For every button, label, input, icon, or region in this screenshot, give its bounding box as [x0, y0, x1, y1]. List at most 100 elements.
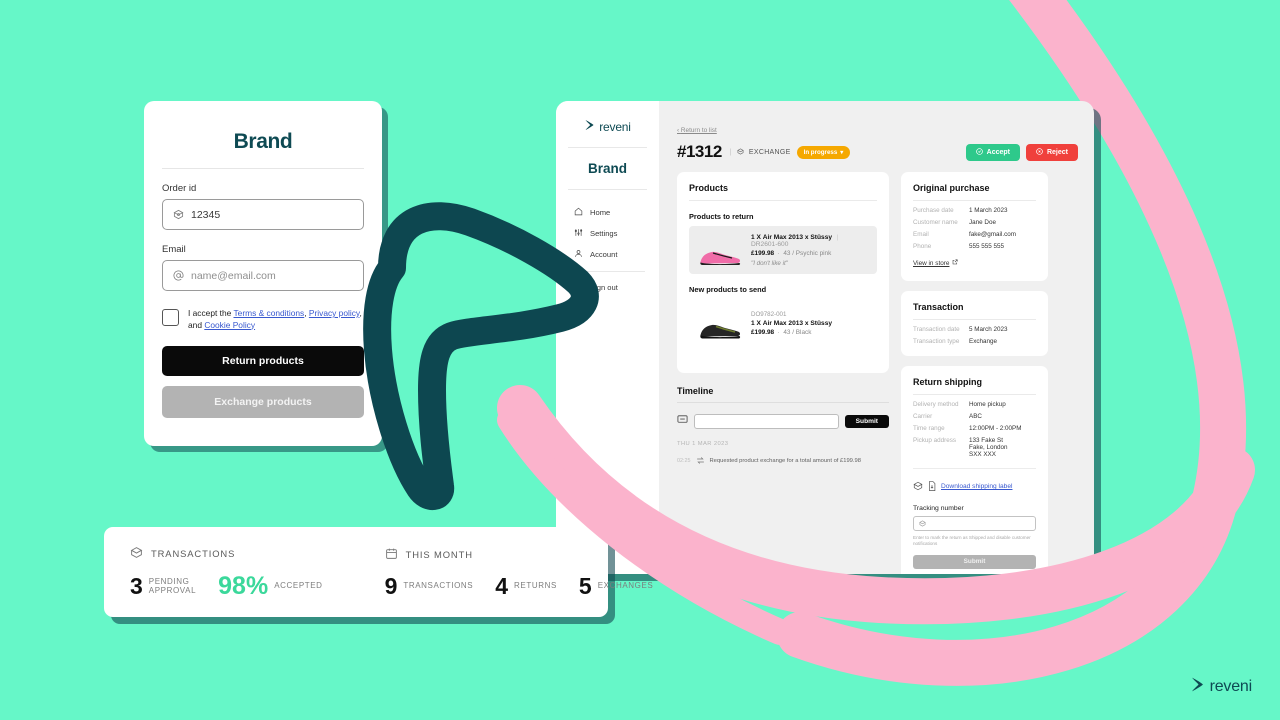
detail-value: 133 Fake St Fake, London SXX XXX	[969, 436, 1008, 458]
sidebar-item-home[interactable]: Home	[568, 202, 647, 223]
detail-value: 5 March 2023	[969, 325, 1008, 333]
terms-checkbox[interactable]	[162, 309, 179, 326]
dashboard-columns: Products Products to return 1 X Air Max …	[677, 172, 1078, 574]
original-purchase-card: Original purchase Purchase date 1 March …	[901, 172, 1048, 281]
detail-row: Transaction type Exchange	[913, 338, 1036, 345]
download-shipping-label-row[interactable]: Download shipping label	[913, 467, 1036, 496]
tracking-number-help: Enter to mark the return as Shipped and …	[913, 534, 1031, 547]
calendar-icon	[385, 547, 398, 562]
stat-pending-approval: 3 PENDING APPROVAL	[130, 574, 196, 598]
view-in-store-label: View in store	[913, 259, 950, 267]
stat-transactions: 9 TRANSACTIONS	[385, 574, 474, 598]
detail-value: Jane Doe	[969, 219, 996, 226]
box-icon	[173, 209, 184, 220]
products-card-title: Products	[689, 183, 877, 201]
stat-caption: RETURNS	[514, 581, 557, 591]
terms-row[interactable]: I accept the Terms & conditions, Privacy…	[162, 308, 364, 331]
stat-returns: 4 RETURNS	[495, 572, 557, 599]
exchange-products-button[interactable]: Exchange products	[162, 386, 364, 419]
return-to-list-link[interactable]: ‹ Return to list	[677, 127, 717, 134]
detail-row: Delivery method Home pickup	[913, 401, 1036, 408]
product-sep: |	[836, 233, 839, 241]
product-sku: DR2601-600	[751, 240, 789, 248]
original-purchase-title: Original purchase	[913, 183, 1036, 201]
product-row-send[interactable]: DO9782-001 1 X Air Max 2013 x Stüssy £19…	[689, 299, 877, 347]
stats-group-this-month: THIS MONTH 9 TRANSACTIONS 4 RETURNS 5 EX…	[385, 547, 654, 598]
new-products-to-send-title: New products to send	[689, 285, 767, 294]
tracking-number-input[interactable]	[913, 514, 1036, 532]
timeline-submit-button[interactable]: Submit	[844, 414, 889, 428]
status-badge-label: In progress	[803, 148, 838, 156]
corner-logo-text: reveni	[1209, 678, 1253, 695]
view-in-store-link[interactable]: View in store	[913, 259, 958, 267]
timeline-comment-input[interactable]	[694, 413, 839, 429]
detail-value: fake@gmail.com	[969, 231, 1016, 238]
accept-button[interactable]: Accept	[965, 143, 1020, 161]
cookie-policy-link[interactable]: Cookie Policy	[204, 320, 255, 330]
return-shipping-submit-button[interactable]: Submit	[913, 554, 1036, 569]
sidebar-brand: Brand	[568, 148, 647, 190]
product-row-return[interactable]: 1 X Air Max 2013 x Stüssy | DR2601-600 £…	[689, 226, 877, 274]
products-to-return-title: Products to return	[689, 212, 754, 221]
person-icon	[574, 249, 583, 260]
stat-number: 98%	[218, 571, 269, 600]
download-shipping-label-link[interactable]: Download shipping label	[941, 483, 1012, 490]
document-download-icon	[928, 478, 936, 496]
exchange-arrows-icon	[696, 452, 705, 470]
sidebar-item-account[interactable]: Account	[568, 244, 647, 265]
order-id-label: Order id	[162, 183, 197, 194]
stat-caption: EXCHANGES	[597, 581, 654, 591]
transaction-rows: Transaction date 5 March 2023 Transactio…	[913, 326, 1036, 345]
x-circle-icon	[1036, 147, 1043, 157]
reject-button[interactable]: Reject	[1025, 143, 1078, 161]
product-price: £199.98	[751, 249, 775, 257]
products-card: Products Products to return 1 X Air Max …	[677, 172, 889, 373]
box-icon	[919, 514, 926, 532]
detail-row: Carrier ABC	[913, 413, 1036, 420]
products-column: Products Products to return 1 X Air Max …	[677, 172, 889, 574]
sidebar-logo[interactable]: reveni	[568, 115, 647, 148]
detail-value: 12:00PM - 2:00PM	[969, 424, 1022, 432]
page-root: Brand Order id 12345 Email name@email.co…	[0, 0, 1280, 720]
brand-login-card: Brand Order id 12345 Email name@email.co…	[144, 101, 382, 446]
box-icon	[737, 148, 744, 157]
details-column: Original purchase Purchase date 1 March …	[901, 172, 1048, 574]
detail-row: Phone 555 555 555	[913, 243, 1036, 250]
product-qty: 1 X	[751, 319, 761, 327]
product-image-pink-sneaker	[697, 233, 742, 267]
stat-number: 4	[495, 572, 509, 599]
return-shipping-rows: Delivery method Home pickup Carrier ABC …	[913, 401, 1036, 458]
product-image-black-sneaker	[697, 306, 742, 340]
stats-group-transactions: TRANSACTIONS 3 PENDING APPROVAL 98% ACCE…	[130, 546, 323, 599]
privacy-policy-link[interactable]: Privacy policy	[309, 308, 360, 318]
product-qty: 1 X	[751, 233, 761, 241]
timeline-entry: 02:25 Requested product exchange for a t…	[677, 452, 889, 470]
stat-accepted: 98% ACCEPTED	[218, 571, 322, 600]
tracking-number-label: Tracking number	[913, 504, 964, 512]
order-id-input[interactable]: 12345	[162, 199, 364, 230]
status-badge[interactable]: In progress ▾	[796, 145, 851, 159]
stats-group-header: TRANSACTIONS	[130, 546, 323, 561]
sign-out-icon	[574, 282, 583, 293]
stat-number: 5	[578, 572, 592, 599]
box-icon	[130, 546, 143, 561]
sliders-icon	[574, 228, 583, 239]
sidebar-item-sign-out[interactable]: Sign out	[568, 277, 647, 298]
header-actions: Accept Reject	[965, 143, 1078, 161]
product-variant: 43 / Black	[783, 328, 812, 336]
detail-key: Customer name	[913, 219, 958, 226]
return-products-button[interactable]: Return products	[162, 346, 364, 377]
timeline-entry-time: 02:25	[677, 458, 691, 464]
detail-key: Delivery method	[913, 400, 959, 408]
transaction-card: Transaction Transaction date 5 March 202…	[901, 290, 1048, 356]
stats-group-header: THIS MONTH	[385, 547, 654, 562]
terms-conditions-link[interactable]: Terms & conditions	[233, 308, 304, 318]
sidebar-item-settings[interactable]: Settings	[568, 223, 647, 244]
detail-key: Phone	[913, 243, 932, 250]
product-name-line: 1 X Air Max 2013 x Stüssy | DR2601-600	[751, 234, 869, 248]
stat-caption: TRANSACTIONS	[403, 581, 474, 591]
stats-group-body: 3 PENDING APPROVAL 98% ACCEPTED	[130, 571, 323, 600]
external-link-icon	[952, 259, 958, 267]
product-variant: 43 / Psychic pink	[783, 249, 832, 257]
email-input[interactable]: name@email.com	[162, 260, 364, 291]
